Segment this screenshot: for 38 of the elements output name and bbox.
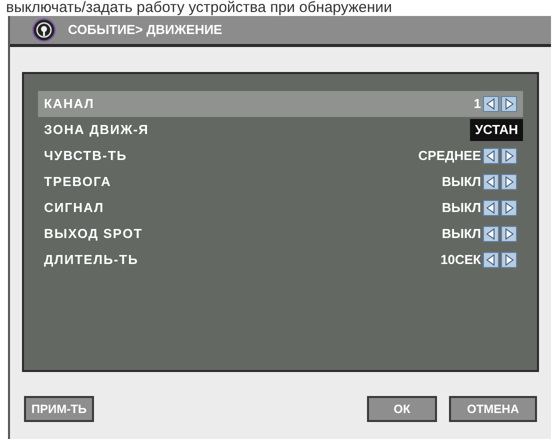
menu-row[interactable]: ВЫХОД SPOT ВЫКЛ <box>38 221 523 247</box>
right-arrow-icon[interactable] <box>501 226 517 242</box>
setting-label: ЗОНА ДВИЖ-Я <box>44 121 149 140</box>
setting-label: ЧУВСТВ-ТЬ <box>44 147 128 166</box>
right-arrow-icon[interactable] <box>501 96 517 112</box>
setting-label: ДЛИТЕЛЬ-ТЬ <box>44 251 138 270</box>
dialog-button[interactable]: ОК <box>367 396 437 422</box>
menu-row[interactable]: ТРЕВОГА ВЫКЛ <box>38 169 523 195</box>
setting-value: ВЫКЛ <box>442 199 481 218</box>
right-arrow-icon[interactable] <box>501 174 517 190</box>
setting-value: 10СЕК <box>440 251 481 270</box>
setting-value: 1 <box>474 95 481 114</box>
window-title: СОБЫТИЕ> ДВИЖЕНИЕ <box>68 21 222 40</box>
setting-label: ВЫХОД SPOT <box>44 225 143 244</box>
setup-button[interactable]: УСТАН <box>470 119 523 141</box>
left-arrow-icon[interactable] <box>483 252 499 268</box>
left-arrow-icon[interactable] <box>483 200 499 216</box>
dialog-button[interactable]: ПРИМ-ТЬ <box>24 396 94 422</box>
setting-value: ВЫКЛ <box>442 173 481 192</box>
menu-row[interactable]: ЧУВСТВ-ТЬ СРЕДНЕЕ <box>38 143 523 169</box>
setting-label: КАНАЛ <box>44 95 94 114</box>
setting-value: СРЕДНЕЕ <box>418 147 481 166</box>
menu-row[interactable]: СИГНАЛ ВЫКЛ <box>38 195 523 221</box>
setting-label: СИГНАЛ <box>44 199 104 218</box>
left-arrow-icon[interactable] <box>483 96 499 112</box>
left-arrow-icon[interactable] <box>483 148 499 164</box>
right-arrow-icon[interactable] <box>501 148 517 164</box>
setting-label: ТРЕВОГА <box>44 173 112 192</box>
right-arrow-icon[interactable] <box>501 200 517 216</box>
left-arrow-icon[interactable] <box>483 226 499 242</box>
page-caption: выключать/задать работу устройства при обнаружении <box>5 0 393 16</box>
menu-row[interactable]: ДЛИТЕЛЬ-ТЬ 10СЕК <box>38 247 523 273</box>
menu-row[interactable]: ЗОНА ДВИЖ-Я УСТАН <box>38 117 523 143</box>
left-arrow-icon[interactable] <box>483 174 499 190</box>
right-arrow-icon[interactable] <box>501 252 517 268</box>
menu-row[interactable]: КАНАЛ 1 <box>38 91 523 117</box>
setting-value: ВЫКЛ <box>442 225 481 244</box>
dialog-button[interactable]: ОТМЕНА <box>449 396 537 422</box>
